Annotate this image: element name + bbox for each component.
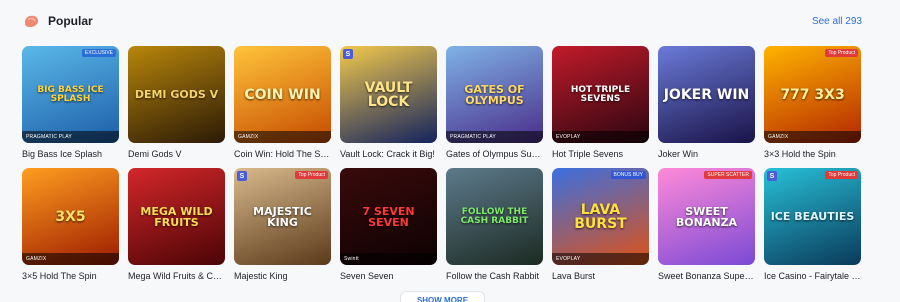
game-thumbnail[interactable]: LAVA BURST BONUS BUY EVOPLAY <box>552 168 649 265</box>
game-card[interactable]: VAULT LOCK S Vault Lock: Crack it Big! <box>340 46 437 159</box>
game-title[interactable]: Mega Wild Fruits & Chilli <box>128 271 225 281</box>
game-title[interactable]: Majestic King <box>234 271 331 281</box>
provider-label: PRAGMATIC PLAY <box>22 131 119 143</box>
game-badge: Top Product <box>295 171 328 179</box>
game-art-text: JOKER WIN <box>663 86 750 103</box>
game-art-text: VAULT LOCK <box>364 79 413 110</box>
game-thumbnail[interactable]: MEGA WILD FRUITS <box>128 168 225 265</box>
game-art-text: 7 SEVEN SEVEN <box>362 204 415 229</box>
game-thumbnail[interactable]: BIG BASS ICE SPLASH EXCLUSIVE PRAGMATIC PL… <box>22 46 119 143</box>
game-thumbnail[interactable]: JOKER WIN <box>658 46 755 143</box>
game-title[interactable]: Sweet Bonanza Super Scatter <box>658 271 755 281</box>
game-art-text: Hot Triple SEVENS <box>570 84 631 104</box>
provider-label: GAMZIX <box>764 131 861 143</box>
game-thumbnail[interactable]: MAJESTIC KING S Top Product <box>234 168 331 265</box>
game-title[interactable]: Demi Gods V <box>128 149 225 159</box>
game-title[interactable]: Follow the Cash Rabbit <box>446 271 543 281</box>
game-badge: SUPER SCATTER <box>704 171 752 179</box>
game-card[interactable]: BIG BASS ICE SPLASH EXCLUSIVE PRAGMATIC PL… <box>22 46 119 159</box>
game-thumbnail[interactable]: Hot Triple SEVENS EVOPLAY <box>552 46 649 143</box>
provider-label: GAMZIX <box>22 253 119 265</box>
provider-s-icon: S <box>237 171 247 181</box>
game-thumbnail[interactable]: 777 3X3 Top Product GAMZIX <box>764 46 861 143</box>
game-badge: Top Product <box>825 49 858 57</box>
game-thumbnail[interactable]: 3X5 GAMZIX <box>22 168 119 265</box>
game-title[interactable]: Ice Casino - Fairytale Beauties <box>764 271 861 281</box>
game-art-text: SWEET BONANZA <box>675 204 738 229</box>
game-card[interactable]: 3X5 GAMZIX 3×5 Hold The Spin <box>22 168 119 281</box>
game-badge: EXCLUSIVE <box>81 49 116 57</box>
game-card[interactable]: JOKER WIN Joker Win <box>658 46 755 159</box>
game-card[interactable]: 777 3X3 Top Product GAMZIX 3×3 Hold the Spi… <box>764 46 861 159</box>
game-thumbnail[interactable]: 7 SEVEN SEVEN Swintt <box>340 168 437 265</box>
game-card[interactable]: MAJESTIC KING S Top Product Majestic King <box>234 168 331 281</box>
provider-label: PRAGMATIC PLAY <box>446 131 543 143</box>
game-badge: Top Product <box>825 171 858 179</box>
game-thumbnail[interactable]: FOLLOW THE CASH RABBIT <box>446 168 543 265</box>
game-art-text: COIN WIN <box>244 86 321 103</box>
provider-label: EVOPLAY <box>552 131 649 143</box>
game-card[interactable]: Hot Triple SEVENS EVOPLAY Hot Triple Seven… <box>552 46 649 159</box>
game-title[interactable]: Vault Lock: Crack it Big! <box>340 149 437 159</box>
game-card[interactable]: SWEET BONANZA SUPER SCATTER Sweet Bonanza … <box>658 168 755 281</box>
game-art-text: ICE BEAUTIES <box>770 210 855 223</box>
game-art-text: BIG BASS ICE SPLASH <box>37 84 104 104</box>
game-title[interactable]: Coin Win: Hold The Spin <box>234 149 331 159</box>
game-title[interactable]: Gates of Olympus Super Scatter <box>446 149 543 159</box>
game-art-text: GATES OF OLYMPUS <box>464 82 525 107</box>
game-thumbnail[interactable]: Demi Gods V <box>128 46 225 143</box>
game-card[interactable]: LAVA BURST BONUS BUY EVOPLAY Lava Burst <box>552 168 649 281</box>
game-art-text: MEGA WILD FRUITS <box>140 204 213 229</box>
game-thumbnail[interactable]: SWEET BONANZA SUPER SCATTER <box>658 168 755 265</box>
provider-label: Swintt <box>340 253 437 265</box>
game-art-text: 777 3X3 <box>780 86 845 103</box>
show-more-button[interactable]: SHOW MORE <box>400 291 485 302</box>
game-grid: BIG BASS ICE SPLASH EXCLUSIVE PRAGMATIC PL… <box>22 46 863 281</box>
game-title[interactable]: Big Bass Ice Splash <box>22 149 119 159</box>
see-all-link[interactable]: See all 293 <box>812 16 862 27</box>
provider-label: EVOPLAY <box>552 253 649 265</box>
popular-icon <box>22 12 40 30</box>
game-card[interactable]: ICE BEAUTIES S Top Product Ice Casino - Fai… <box>764 168 861 281</box>
game-thumbnail[interactable]: COIN WIN GAMZIX <box>234 46 331 143</box>
game-art-text: LAVA BURST <box>574 201 627 232</box>
provider-s-icon: S <box>767 171 777 181</box>
game-art-text: Demi Gods V <box>134 88 219 101</box>
game-art-text: FOLLOW THE CASH RABBIT <box>460 206 529 226</box>
game-thumbnail[interactable]: GATES OF OLYMPUS PRAGMATIC PLAY <box>446 46 543 143</box>
game-badge: BONUS BUY <box>610 171 646 179</box>
game-card[interactable]: FOLLOW THE CASH RABBIT Follow the Cash Ra… <box>446 168 543 281</box>
provider-label: GAMZIX <box>234 131 331 143</box>
game-title[interactable]: Hot Triple Sevens <box>552 149 649 159</box>
section-header: Popular See all 293 <box>22 10 862 32</box>
game-thumbnail[interactable]: ICE BEAUTIES S Top Product <box>764 168 861 265</box>
game-title[interactable]: Seven Seven <box>340 271 437 281</box>
game-card[interactable]: 7 SEVEN SEVEN Swintt Seven Seven <box>340 168 437 281</box>
game-card[interactable]: GATES OF OLYMPUS PRAGMATIC PLAY Gates of O… <box>446 46 543 159</box>
provider-s-icon: S <box>343 49 353 59</box>
section-title: Popular <box>48 14 93 28</box>
game-art-text: MAJESTIC KING <box>253 204 312 229</box>
game-card[interactable]: MEGA WILD FRUITS Mega Wild Fruits & Chill… <box>128 168 225 281</box>
game-title[interactable]: Lava Burst <box>552 271 649 281</box>
game-title[interactable]: 3×5 Hold The Spin <box>22 271 119 281</box>
game-title[interactable]: Joker Win <box>658 149 755 159</box>
game-card[interactable]: COIN WIN GAMZIX Coin Win: Hold The Spin <box>234 46 331 159</box>
game-art-text: 3X5 <box>55 208 86 225</box>
game-card[interactable]: Demi Gods V Demi Gods V <box>128 46 225 159</box>
game-title[interactable]: 3×3 Hold the Spin <box>764 149 861 159</box>
game-thumbnail[interactable]: VAULT LOCK S <box>340 46 437 143</box>
